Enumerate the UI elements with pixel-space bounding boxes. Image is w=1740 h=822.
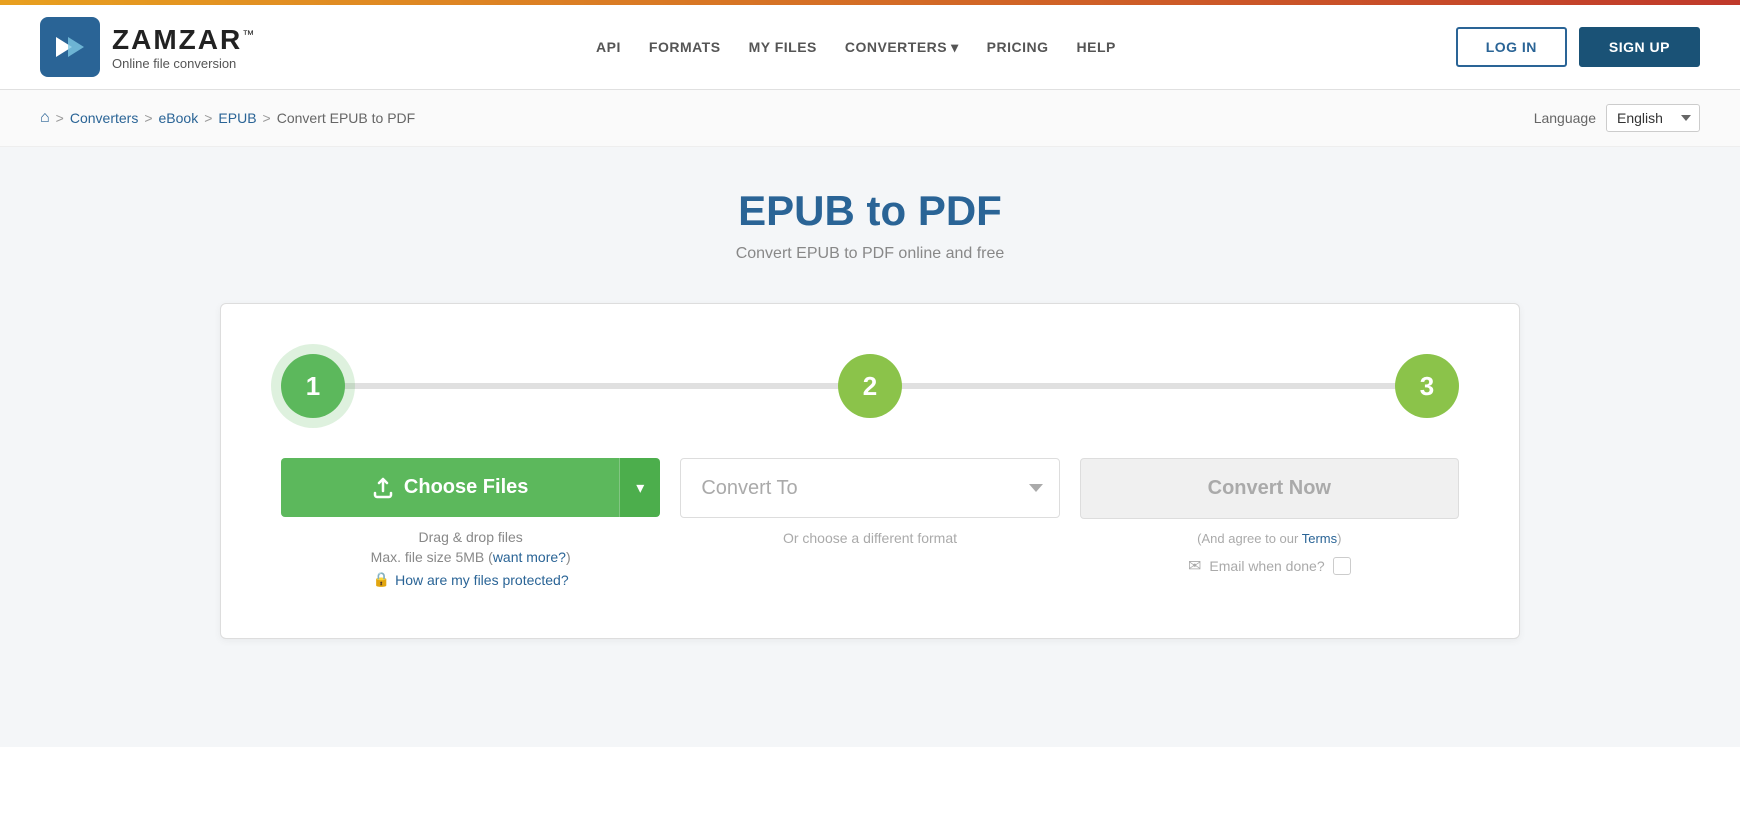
choose-files-dropdown[interactable]: ▾ [619,458,660,517]
language-area: Language English Español Français Deutsc… [1534,104,1700,132]
nav-api[interactable]: API [596,39,621,55]
logo-subtitle: Online file conversion [112,56,256,71]
nav-converters[interactable]: CONVERTERS ▾ [845,39,959,56]
page-subtitle: Convert EPUB to PDF online and free [40,245,1700,263]
step-line-1 [343,383,840,389]
converter-card: 1 2 3 Choose Fil [220,303,1520,639]
breadcrumb: ⌂ > Converters > eBook > EPUB > Convert … [40,109,415,127]
breadcrumb-converters[interactable]: Converters [70,110,138,126]
header: ZAMZAR™ Online file conversion API FORMA… [0,5,1740,90]
breadcrumb-epub[interactable]: EPUB [218,110,256,126]
protection-hint: 🔒 How are my files protected? [373,571,569,588]
breadcrumb-ebook[interactable]: eBook [159,110,199,126]
logo-text: ZAMZAR™ Online file conversion [112,24,256,71]
want-more-link[interactable]: want more? [493,549,566,565]
email-checkbox[interactable] [1333,557,1351,575]
drag-drop-hint: Drag & drop files [419,529,523,545]
signup-button[interactable]: SIGN UP [1579,27,1700,67]
login-button[interactable]: LOG IN [1456,27,1567,67]
breadcrumb-current: Convert EPUB to PDF [277,110,416,126]
choose-files-button[interactable]: Choose Files [281,458,619,517]
language-label: Language [1534,110,1596,126]
page-title: EPUB to PDF [40,187,1700,235]
lock-icon: 🔒 [373,571,390,588]
language-select[interactable]: English Español Français Deutsch [1606,104,1700,132]
nav-pricing[interactable]: PRICING [987,39,1049,55]
choose-files-group: Choose Files ▾ [281,458,660,517]
step1-area: Choose Files ▾ Drag & drop files Max. fi… [281,458,660,588]
logo-icon [40,17,100,77]
main-content: EPUB to PDF Convert EPUB to PDF online a… [0,147,1740,747]
step-line-2 [900,383,1397,389]
convert-to-hint: Or choose a different format [783,530,957,546]
nav-help[interactable]: HELP [1077,39,1116,55]
main-nav: API FORMATS MY FILES CONVERTERS ▾ PRICIN… [596,39,1116,56]
nav-formats[interactable]: FORMATS [649,39,721,55]
email-row: ✉ Email when done? [1188,556,1351,576]
terms-link[interactable]: Terms [1302,531,1337,546]
max-size-hint: Max. file size 5MB (want more?) [371,549,571,565]
step-3-circle: 3 [1395,354,1459,418]
breadcrumb-home[interactable]: ⌂ [40,109,50,127]
logo-name: ZAMZAR™ [112,24,256,56]
step3-area: Convert Now (And agree to our Terms) ✉ E… [1080,458,1459,576]
convert-now-button[interactable]: Convert Now [1080,458,1459,519]
actions-row: Choose Files ▾ Drag & drop files Max. fi… [281,458,1459,588]
step2-area: Convert To PDF DOC TXT Or choose a diffe… [680,458,1059,546]
nav-my-files[interactable]: MY FILES [749,39,817,55]
breadcrumb-bar: ⌂ > Converters > eBook > EPUB > Convert … [0,90,1740,147]
convert-to-select[interactable]: Convert To PDF DOC TXT [680,458,1059,518]
email-label: Email when done? [1209,558,1324,574]
terms-text: (And agree to our Terms) [1197,531,1341,546]
steps-row: 1 2 3 [281,354,1459,418]
email-icon: ✉ [1188,556,1201,576]
logo-area: ZAMZAR™ Online file conversion [40,17,256,77]
auth-area: LOG IN SIGN UP [1456,27,1700,67]
step-1-circle: 1 [281,354,345,418]
step-2-circle: 2 [838,354,902,418]
protection-link[interactable]: 🔒 How are my files protected? [373,571,569,588]
upload-icon [372,477,394,499]
dropdown-arrow-icon: ▾ [636,478,644,498]
converters-dropdown-icon: ▾ [951,39,959,56]
